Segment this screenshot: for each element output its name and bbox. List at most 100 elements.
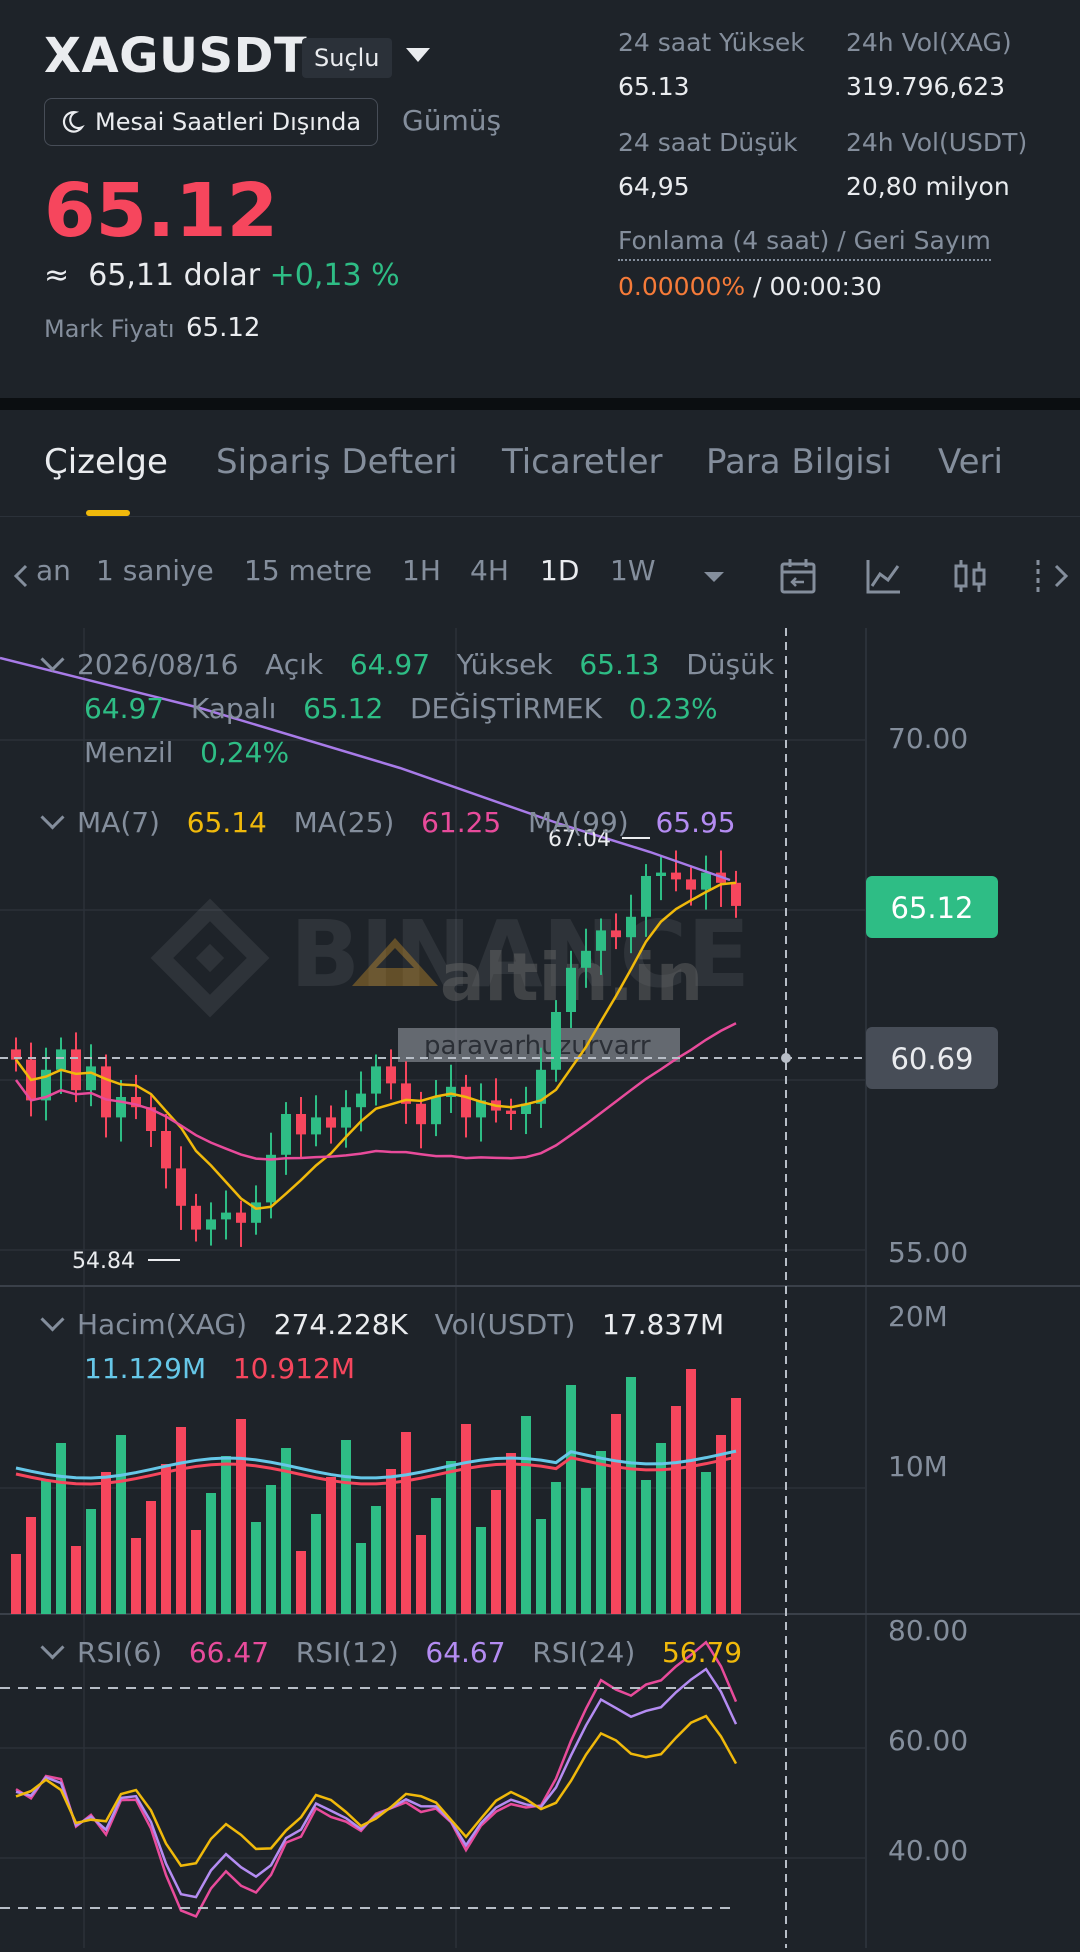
rsi24-value: 56.79 — [661, 1636, 743, 1669]
candle-body — [431, 1097, 441, 1125]
volume-bar — [26, 1517, 36, 1614]
volume-bar — [551, 1482, 561, 1614]
candle-body — [701, 872, 711, 890]
rsi6-line — [15, 1640, 738, 1919]
interval-bar: an 1 saniye 15 metre 1H 4H 1D 1W — [0, 518, 1080, 628]
volume-bar — [446, 1461, 456, 1614]
high-label: Yüksek — [456, 648, 553, 681]
indicator-icon[interactable] — [864, 556, 904, 596]
interval-15m[interactable]: 15 metre — [244, 554, 372, 587]
volume-bar — [626, 1377, 636, 1614]
candle-body — [236, 1212, 246, 1223]
rsi12-line — [15, 1667, 738, 1899]
interval-1s[interactable]: 1 saniye — [96, 554, 214, 587]
interval-1d[interactable]: 1D — [540, 554, 579, 587]
candle-body — [176, 1168, 186, 1206]
dropdown-caret-icon[interactable] — [700, 556, 728, 596]
candle-type-icon[interactable] — [950, 556, 990, 596]
section-divider — [0, 398, 1080, 410]
symbol-title[interactable]: XAGUSDT — [44, 28, 307, 84]
volume-tick-20m: 20M — [888, 1300, 948, 1333]
more-icon[interactable] — [1032, 556, 1044, 596]
candle-body — [101, 1066, 111, 1118]
funding-label[interactable]: Fonlama (4 saat) / Geri Sayım — [618, 226, 991, 261]
range-label: Menzil — [84, 736, 174, 769]
chevron-down-icon[interactable] — [40, 805, 65, 830]
volume-bar — [521, 1416, 531, 1614]
funding-separator: / — [753, 272, 762, 301]
tab-data[interactable]: Veri — [938, 442, 1003, 482]
candle-body — [326, 1117, 336, 1128]
current-price-tag-text: 65.12 — [890, 891, 973, 925]
high-24h-value: 65.13 — [618, 72, 690, 101]
funding-rate: 0.00000% — [618, 272, 746, 301]
price-change-percent: +0,13 % — [269, 258, 400, 293]
rsi12-label: RSI(12) — [295, 1636, 399, 1669]
chart-area[interactable]: BINANCE altin.in paravarhuzurvarr 67.04 … — [0, 628, 1080, 1948]
candle-body — [281, 1114, 291, 1155]
chevron-right-icon[interactable] — [1046, 556, 1076, 596]
volume-bar — [416, 1535, 426, 1614]
candle-body — [386, 1066, 396, 1084]
interval-1h[interactable]: 1H — [402, 554, 441, 587]
fiat-price-line: ≈ 65,11 dolar +0,13 % — [44, 258, 400, 293]
volume-tick-10m: 10M — [888, 1450, 948, 1483]
volume-ma2: 10.912M — [232, 1352, 355, 1385]
fiat-price: 65,11 dolar — [88, 258, 261, 293]
interval-1w[interactable]: 1W — [610, 554, 656, 587]
mark-price-label: Mark Fiyatı — [44, 315, 175, 343]
interval-time[interactable]: an — [36, 554, 71, 587]
candle-body — [656, 872, 666, 876]
volume-bar — [356, 1543, 366, 1614]
candle-body — [731, 882, 741, 906]
candle-body — [341, 1107, 351, 1128]
funding-countdown: 00:00:30 — [769, 272, 882, 301]
candle-body — [191, 1205, 201, 1230]
moon-icon — [62, 111, 85, 133]
tab-order-book[interactable]: Sipariş Defteri — [216, 442, 458, 482]
volume-bar — [476, 1527, 486, 1614]
volume-bar — [671, 1406, 681, 1614]
candle-body — [461, 1086, 471, 1118]
candle-body — [686, 879, 696, 890]
volume-bar — [431, 1498, 441, 1614]
vol-xag-label: 24h Vol(XAG) — [846, 28, 1012, 57]
vol-xag-value: 319.796,623 — [846, 72, 1006, 101]
price-tick-70: 70.00 — [888, 722, 968, 755]
chevron-down-icon[interactable] — [40, 1635, 65, 1660]
chevron-left-icon[interactable] — [6, 556, 36, 596]
mark-price-value: 65.12 — [186, 313, 261, 343]
volume-bar — [566, 1385, 576, 1614]
volume-bar — [341, 1440, 351, 1614]
symbol-dropdown-icon[interactable] — [406, 48, 430, 62]
candle-body — [641, 876, 651, 917]
volume-value: 274.228K — [273, 1308, 408, 1341]
volume-legend-1: Hacim(XAG) 274.228K Vol(USDT) 17.837M — [40, 1307, 725, 1341]
volume-bar — [101, 1472, 111, 1614]
crosshair-price-tag-text: 60.69 — [890, 1042, 973, 1076]
volume-bar — [506, 1453, 516, 1614]
volume-bar — [701, 1472, 711, 1614]
tab-coin-info[interactable]: Para Bilgisi — [706, 442, 892, 482]
ma99-value: 65.95 — [655, 806, 736, 839]
volume-bar — [71, 1546, 81, 1614]
candle-body — [221, 1212, 231, 1220]
open-label: Açık — [265, 648, 324, 681]
chevron-down-icon[interactable] — [40, 647, 65, 672]
volume-bars — [11, 1369, 741, 1614]
volume-usdt-value: 17.837M — [602, 1308, 725, 1341]
volume-label: Hacim(XAG) — [77, 1308, 248, 1341]
min-price-marker: 54.84 — [72, 1249, 135, 1274]
candle-body — [626, 916, 636, 938]
volume-bar — [611, 1414, 621, 1614]
candle-body — [71, 1049, 81, 1091]
tab-trades[interactable]: Ticaretler — [502, 442, 663, 482]
interval-4h[interactable]: 4H — [470, 554, 509, 587]
chevron-down-icon[interactable] — [40, 1307, 65, 1332]
calendar-icon[interactable] — [778, 556, 818, 596]
volume-bar — [251, 1522, 261, 1614]
volume-bar — [221, 1456, 231, 1614]
volume-bar — [236, 1419, 246, 1614]
tab-chart[interactable]: Çizelge — [44, 442, 168, 482]
candle-body — [416, 1103, 426, 1125]
